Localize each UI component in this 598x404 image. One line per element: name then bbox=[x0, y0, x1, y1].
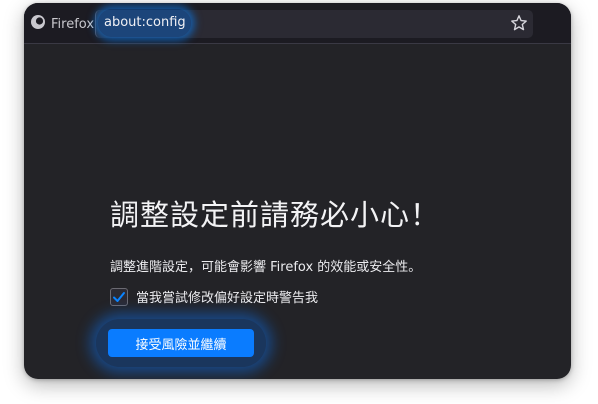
warn-checkbox-row[interactable]: 當我嘗試修改偏好設定時警告我 bbox=[110, 287, 318, 306]
browser-window: Firefox about:config 調整設定前請務必小心！ 調整進階設定，… bbox=[24, 3, 571, 379]
brand-label: Firefox bbox=[51, 16, 95, 32]
warn-checkbox-label: 當我嘗試修改偏好設定時警告我 bbox=[136, 291, 319, 306]
warn-checkbox[interactable] bbox=[110, 287, 128, 306]
warning-page: 調整設定前請務必小心！ 調整進階設定，可能會影響 Firefox 的效能或安全性… bbox=[24, 44, 571, 379]
browser-brand: Firefox bbox=[30, 14, 94, 34]
check-icon bbox=[113, 291, 125, 302]
warning-description: 調整進階設定，可能會影響 Firefox 的效能或安全性。 bbox=[110, 260, 422, 275]
toolbar: Firefox about:config bbox=[24, 3, 571, 44]
star-icon[interactable] bbox=[510, 14, 528, 32]
firefox-logo-icon bbox=[30, 14, 51, 34]
url-text[interactable]: about:config bbox=[104, 15, 186, 31]
accept-risk-button[interactable]: 接受風險並繼續 bbox=[108, 329, 254, 357]
warning-heading: 調整設定前請務必小心！ bbox=[110, 198, 441, 232]
